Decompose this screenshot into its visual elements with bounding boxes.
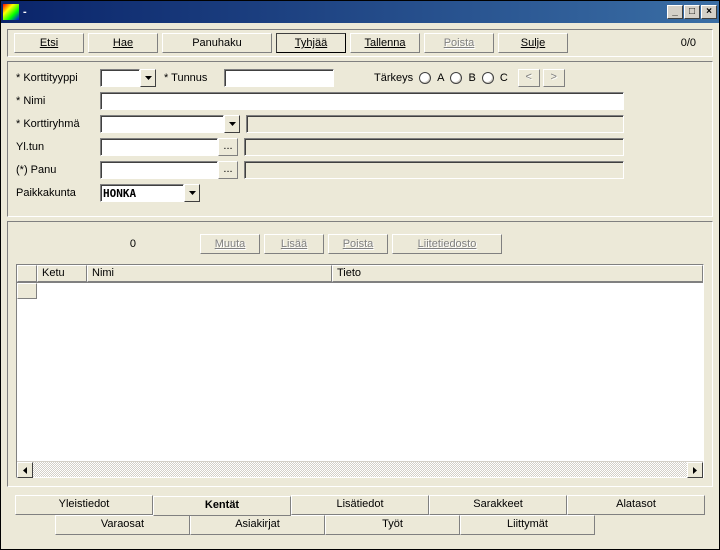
sulje-button[interactable]: Sulje [498,33,568,53]
chevron-down-icon[interactable] [184,184,200,202]
panu-browse-button[interactable]: ... [218,161,238,179]
poista-button[interactable]: Poista [424,33,494,53]
korttityyppi-label: * Korttityyppi [16,72,100,84]
chevron-down-icon[interactable] [140,69,156,87]
tyhjaa-button[interactable]: Tyhjää [276,33,346,53]
tab-tyot[interactable]: Työt [325,515,460,535]
tab-sarakkeet[interactable]: Sarakkeet [429,495,567,515]
tarkeys-label: Tärkeys [374,72,413,84]
tunnus-input[interactable] [224,69,334,87]
korttityyppi-combo[interactable] [100,69,156,87]
tab-yleistiedot[interactable]: Yleistiedot [15,495,153,515]
priority-a-radio[interactable] [419,72,431,84]
grid-header: Ketu Nimi Tieto [17,265,703,283]
korttiryhma-readonly [246,115,624,133]
titlebar: - _ □ × [1,1,719,23]
tab-kentat[interactable]: Kentät [153,496,291,516]
grid-body[interactable] [17,283,703,461]
window-title: - [23,6,667,18]
grid-corner [17,265,37,282]
tab-asiakirjat[interactable]: Asiakirjat [190,515,325,535]
yltun-label: Yl.tun [16,141,100,153]
horizontal-scrollbar[interactable] [17,461,703,477]
chevron-down-icon[interactable] [224,115,240,133]
tab-liittymat[interactable]: Liittymät [460,515,595,535]
minimize-button[interactable]: _ [667,5,683,19]
yltun-input[interactable] [100,138,218,156]
scroll-left-icon[interactable] [17,462,33,478]
grid-col-ketu[interactable]: Ketu [37,265,87,282]
korttityyppi-input[interactable] [100,69,140,87]
tab-varaosat[interactable]: Varaosat [55,515,190,535]
tab-container: Yleistiedot Kentät Lisätiedot Sarakkeet … [7,491,713,543]
priority-b-radio[interactable] [450,72,462,84]
panu-input[interactable] [100,161,218,179]
app-icon [3,4,19,20]
scroll-track[interactable] [33,462,687,477]
tab-lisatiedot[interactable]: Lisätiedot [291,495,429,515]
panu-label: (*) Panu [16,164,100,176]
korttiryhma-label: * Korttiryhmä [16,118,100,130]
tab-alatasot[interactable]: Alatasot [567,495,705,515]
muuta-button[interactable]: Muuta [200,234,260,254]
nimi-label: * Nimi [16,95,100,107]
detail-count: 0 [96,238,136,250]
nimi-input[interactable] [100,92,624,110]
nav-next-button[interactable]: > [543,69,565,87]
yltun-readonly [244,138,624,156]
app-window: - _ □ × Etsi Hae Panuhaku Tyhjää Tallenn… [0,0,720,550]
record-counter: 0/0 [681,37,706,49]
lisaa-button[interactable]: Lisää [264,234,324,254]
form-panel: * Korttityyppi * Tunnus Tärkeys A B C < … [7,61,713,217]
korttiryhma-combo[interactable] [100,115,240,133]
liitetiedosto-button[interactable]: Liitetiedosto [392,234,502,254]
detail-panel: 0 Muuta Lisää Poista Liitetiedosto Ketu … [7,221,713,487]
tunnus-label: * Tunnus [164,72,224,84]
etsi-button[interactable]: Etsi [14,33,84,53]
grid-col-tieto[interactable]: Tieto [332,265,703,282]
detail-grid[interactable]: Ketu Nimi Tieto [16,264,704,478]
close-button[interactable]: × [701,5,717,19]
panu-readonly [244,161,624,179]
detail-poista-button[interactable]: Poista [328,234,388,254]
maximize-button[interactable]: □ [684,5,700,19]
grid-col-nimi[interactable]: Nimi [87,265,332,282]
paikkakunta-combo[interactable] [100,184,200,202]
main-toolbar: Etsi Hae Panuhaku Tyhjää Tallenna Poista… [7,29,713,57]
yltun-browse-button[interactable]: ... [218,138,238,156]
paikkakunta-label: Paikkakunta [16,187,100,199]
korttiryhma-input[interactable] [100,115,224,133]
panuhaku-button[interactable]: Panuhaku [162,33,272,53]
hae-button[interactable]: Hae [88,33,158,53]
row-selector[interactable] [17,283,37,299]
scroll-right-icon[interactable] [687,462,703,478]
nav-prev-button[interactable]: < [518,69,540,87]
tallenna-button[interactable]: Tallenna [350,33,420,53]
priority-c-radio[interactable] [482,72,494,84]
paikkakunta-input[interactable] [100,184,184,202]
